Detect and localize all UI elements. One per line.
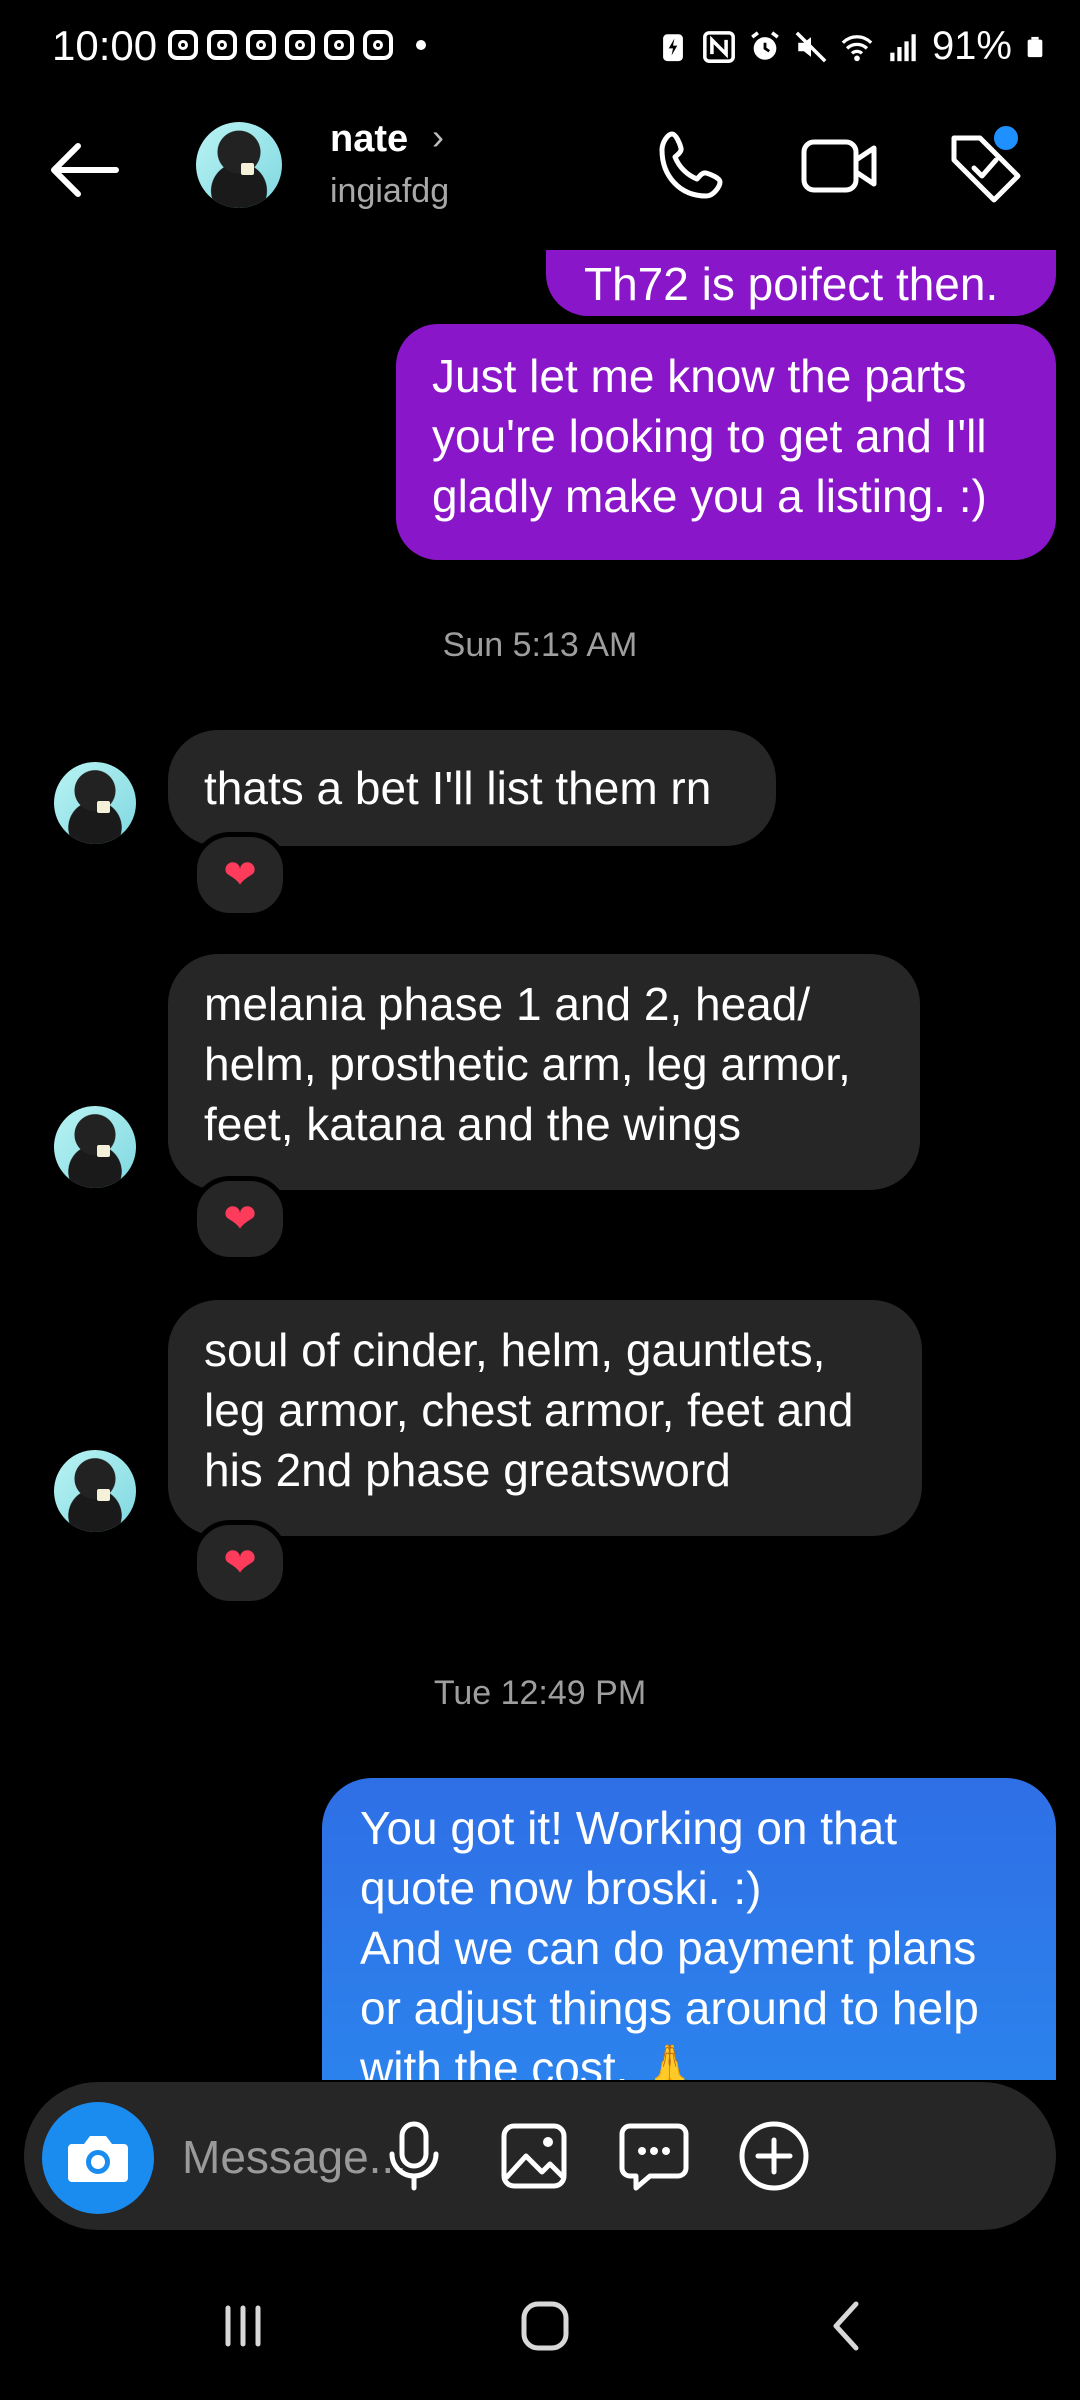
nfc-icon: [703, 30, 735, 63]
timestamp: Sun 5:13 AM: [442, 626, 638, 664]
message-line: feet, katana and the wings: [204, 1098, 742, 1150]
instagram-notification-icon: [324, 30, 354, 60]
message-line: or adjust things around to help: [360, 1982, 979, 2034]
contact-avatar[interactable]: [196, 122, 282, 208]
notification-dot: [994, 126, 1018, 150]
contact-name[interactable]: nate: [330, 118, 408, 161]
message-line: you're looking to get and I'll: [432, 410, 987, 462]
chat-header: nate › ingiafdg: [0, 100, 1080, 250]
mute-icon: [795, 31, 827, 62]
message-text: thats a bet I'll list them rn: [204, 762, 712, 814]
message-bubble-incoming[interactable]: soul of cinder, helm, gauntlets, leg arm…: [168, 1300, 922, 1536]
instagram-notification-icon: [207, 30, 237, 60]
chevron-right-icon[interactable]: ›: [432, 116, 444, 158]
message-bubble-outgoing[interactable]: You got it! Working on that quote now br…: [322, 1778, 1056, 2080]
sender-avatar[interactable]: [54, 762, 136, 844]
message-composer: [24, 2082, 1056, 2230]
back-arrow-icon[interactable]: [44, 140, 124, 200]
heart-reaction-icon[interactable]: ❤: [192, 1520, 288, 1606]
message-line: gladly make you a listing. :): [432, 470, 987, 522]
heart-reaction-icon[interactable]: ❤: [192, 1176, 288, 1262]
message-line: And we can do payment plans: [360, 1922, 977, 1974]
message-bubble-outgoing[interactable]: Just let me know the parts you're lookin…: [396, 324, 1056, 560]
message-line: with the cost. 🙏: [360, 2042, 699, 2080]
system-icons: 91%: [656, 24, 1046, 69]
message-line: quote now broski. :): [360, 1862, 762, 1914]
message-line: leg armor, chest armor, feet and: [204, 1384, 854, 1436]
instagram-notification-icon: [168, 30, 198, 60]
message-thread[interactable]: Th72 is poifect then. Just let me know t…: [0, 250, 1080, 2080]
wifi-icon: [841, 34, 873, 61]
alarm-icon: [751, 30, 779, 60]
message-line: Just let me know the parts: [432, 350, 967, 402]
phone-call-icon[interactable]: [650, 124, 734, 208]
message-line: melania phase 1 and 2, head/: [204, 978, 811, 1030]
microphone-icon[interactable]: [374, 2116, 454, 2196]
sticker-chat-icon[interactable]: [614, 2116, 694, 2196]
contact-username[interactable]: ingiafdg: [330, 172, 449, 211]
message-text: Th72 is poifect then.: [584, 258, 999, 310]
battery-percent: 91%: [931, 24, 1012, 68]
message-line: You got it! Working on that: [360, 1802, 898, 1854]
home-icon[interactable]: [510, 2296, 580, 2356]
status-time: 10:00: [52, 22, 158, 69]
signal-icon: [890, 33, 916, 61]
add-plus-icon[interactable]: [734, 2116, 814, 2196]
notification-icons: [168, 30, 426, 60]
message-bubble-incoming[interactable]: melania phase 1 and 2, head/ helm, prost…: [168, 954, 920, 1190]
system-navigation-bar: [0, 2250, 1080, 2400]
instagram-notification-icon: [285, 30, 315, 60]
more-notifications-dot: [416, 40, 426, 50]
instagram-notification-icon: [363, 30, 393, 60]
video-call-icon[interactable]: [798, 124, 882, 208]
gallery-icon[interactable]: [494, 2116, 574, 2196]
message-line: his 2nd phase greatsword: [204, 1444, 731, 1496]
camera-icon: [68, 2136, 128, 2182]
message-bubble-outgoing[interactable]: Th72 is poifect then.: [546, 250, 1056, 316]
message-line: soul of cinder, helm, gauntlets,: [204, 1324, 826, 1376]
back-nav-icon[interactable]: [812, 2296, 882, 2356]
battery-saver-icon: [663, 33, 683, 61]
message-bubble-incoming[interactable]: thats a bet I'll list them rn: [168, 730, 776, 846]
battery-icon: [1027, 36, 1043, 57]
sender-avatar[interactable]: [54, 1450, 136, 1532]
camera-button[interactable]: [42, 2102, 154, 2214]
instagram-notification-icon: [246, 30, 276, 60]
recent-apps-icon[interactable]: [208, 2296, 278, 2356]
timestamp: Tue 12:49 PM: [433, 1674, 647, 1712]
sender-avatar[interactable]: [54, 1106, 136, 1188]
status-bar: 10:00 91%: [0, 0, 1080, 100]
heart-reaction-icon[interactable]: ❤: [192, 832, 288, 918]
message-line: helm, prosthetic arm, leg armor,: [204, 1038, 851, 1090]
